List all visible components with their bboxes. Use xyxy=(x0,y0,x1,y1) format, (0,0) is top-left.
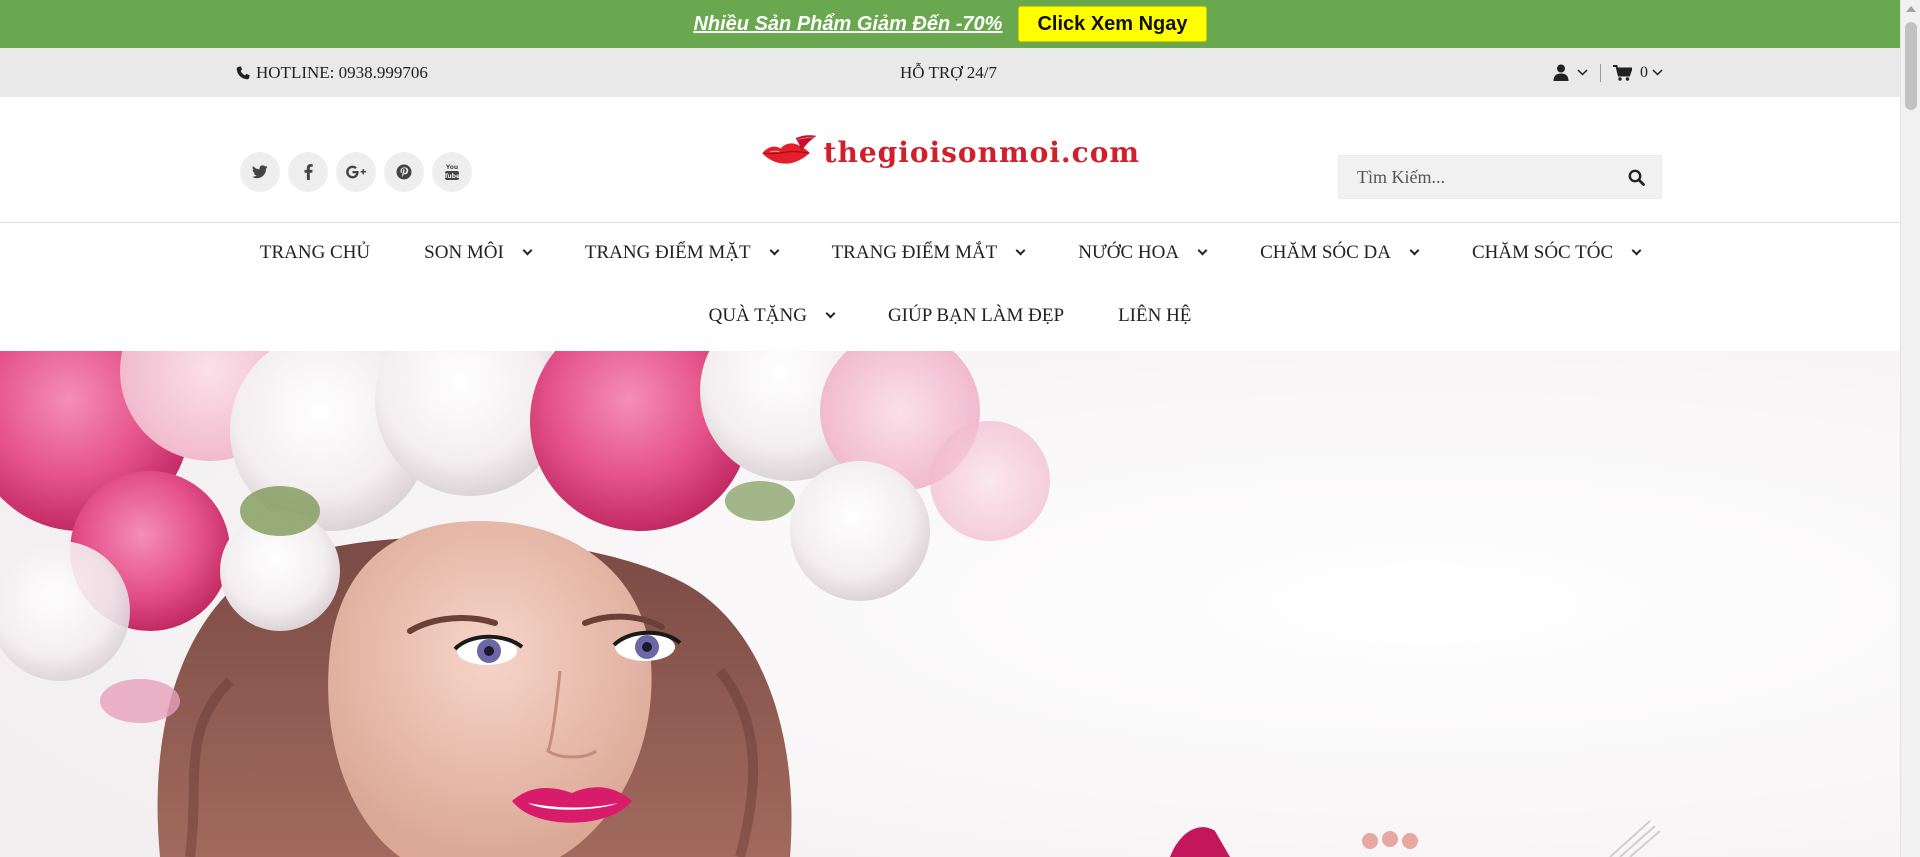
logo-text: thegioisonmoi.com xyxy=(823,135,1140,169)
chevron-down-icon xyxy=(522,245,533,255)
social-links: You Tube xyxy=(240,152,472,192)
chevron-down-icon xyxy=(1577,69,1588,76)
chevron-down-icon xyxy=(1409,245,1420,255)
account-menu[interactable] xyxy=(1553,64,1588,81)
user-icon xyxy=(1553,64,1569,81)
page-scrollbar[interactable] xyxy=(1900,0,1920,857)
nav-item-label: TRANG CHỦ xyxy=(259,242,371,263)
chevron-down-icon xyxy=(1652,69,1663,76)
youtube-icon[interactable]: You Tube xyxy=(432,152,472,192)
chevron-down-icon xyxy=(1631,245,1642,255)
nav-item-nuoc-hoa[interactable]: NƯỚC HOA xyxy=(1051,238,1233,268)
nav-item-label: CHĂM SÓC TÓC xyxy=(1472,242,1614,263)
chevron-down-icon xyxy=(1015,245,1026,255)
hero-image xyxy=(0,351,1900,857)
nav-item-label: SON MÔI xyxy=(424,242,504,263)
nav-item-trang-diem-mat[interactable]: TRANG ĐIỂM MẶT xyxy=(558,238,805,268)
hotline[interactable]: HOTLINE: 0938.999706 xyxy=(236,48,428,97)
search-input[interactable] xyxy=(1339,156,1611,198)
nav-item-cham-soc-da[interactable]: CHĂM SÓC DA xyxy=(1233,238,1445,268)
phone-icon xyxy=(236,65,250,79)
site-header: You Tube thegioisonmoi.com xyxy=(0,97,1900,223)
main-nav: TRANG CHỦ SON MÔI TRANG ĐIỂM MẶT TRANG Đ… xyxy=(0,224,1900,351)
site-logo[interactable]: thegioisonmoi.com xyxy=(760,119,1140,185)
cart-count: 0 xyxy=(1640,63,1648,81)
google-plus-icon[interactable] xyxy=(336,152,376,192)
nav-item-label: GIÚP BẠN LÀM ĐẸP xyxy=(887,305,1065,326)
svg-text:Tube: Tube xyxy=(444,173,460,180)
scroll-up-icon[interactable] xyxy=(1906,6,1916,12)
divider xyxy=(1600,63,1601,82)
hero-banner[interactable] xyxy=(0,351,1900,857)
nav-item-label: TRANG ĐIỂM MẮT xyxy=(831,242,998,263)
cart-icon xyxy=(1613,64,1632,81)
nav-item-qua-tang[interactable]: QUÀ TẶNG xyxy=(682,301,861,331)
nav-item-trang-chu[interactable]: TRANG CHỦ xyxy=(233,238,397,268)
nav-item-lien-he[interactable]: LIÊN HỆ xyxy=(1091,301,1218,331)
account-cart: 0 xyxy=(1553,48,1663,97)
nav-item-trang-diem-mat-eyes[interactable]: TRANG ĐIỂM MẮT xyxy=(805,238,1052,268)
support-text: HỖ TRỢ 24/7 xyxy=(900,62,997,82)
lips-logo-icon xyxy=(762,135,817,164)
svg-text:You: You xyxy=(445,164,458,171)
nav-row-2: QUÀ TẶNG GIÚP BẠN LÀM ĐẸP LIÊN HỆ xyxy=(0,301,1900,331)
twitter-icon[interactable] xyxy=(240,152,280,192)
nav-item-label: TRANG ĐIỂM MẶT xyxy=(584,242,751,263)
facebook-icon[interactable] xyxy=(288,152,328,192)
chevron-down-icon xyxy=(769,245,780,255)
chevron-down-icon xyxy=(1197,245,1208,255)
nav-item-label: CHĂM SÓC DA xyxy=(1260,242,1391,263)
nav-row-1: TRANG CHỦ SON MÔI TRANG ĐIỂM MẶT TRANG Đ… xyxy=(0,238,1900,268)
cart-menu[interactable]: 0 xyxy=(1613,64,1663,82)
nav-item-cham-soc-toc[interactable]: CHĂM SÓC TÓC xyxy=(1445,238,1667,268)
search-box xyxy=(1338,155,1662,199)
promo-link[interactable]: Nhiều Sản Phẩm Giảm Đến -70% xyxy=(693,13,1002,36)
pinterest-icon[interactable] xyxy=(384,152,424,192)
chevron-down-icon xyxy=(825,308,836,318)
search-icon xyxy=(1628,169,1645,186)
promo-button[interactable]: Click Xem Ngay xyxy=(1018,6,1207,42)
nav-item-label: QUÀ TẶNG xyxy=(708,305,807,326)
nav-item-son-moi[interactable]: SON MÔI xyxy=(397,238,558,268)
promo-bar: Nhiều Sản Phẩm Giảm Đến -70% Click Xem N… xyxy=(0,0,1900,48)
top-bar: HOTLINE: 0938.999706 HỖ TRỢ 24/7 0 xyxy=(0,48,1900,97)
scrollbar-thumb[interactable] xyxy=(1905,22,1917,110)
nav-item-giup-ban-lam-dep[interactable]: GIÚP BẠN LÀM ĐẸP xyxy=(861,301,1091,331)
search-button[interactable] xyxy=(1611,156,1661,198)
nav-item-label: NƯỚC HOA xyxy=(1078,242,1180,263)
nav-item-label: LIÊN HỆ xyxy=(1118,305,1192,326)
hotline-text: HOTLINE: 0938.999706 xyxy=(256,62,428,82)
